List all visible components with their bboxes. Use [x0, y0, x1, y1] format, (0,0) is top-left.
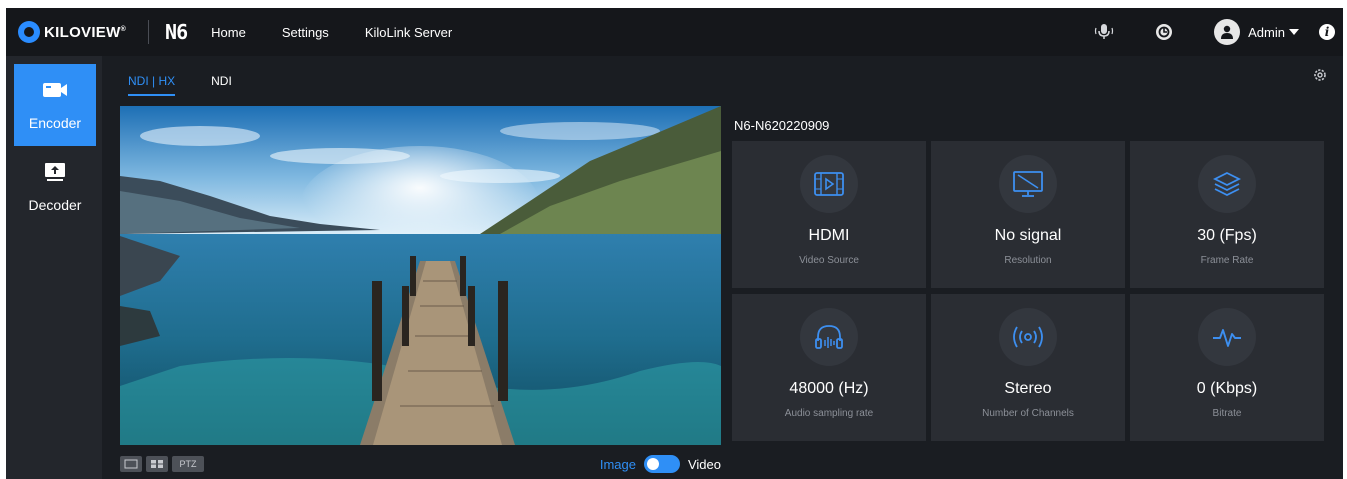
- logo-circle-icon: [18, 21, 40, 43]
- nav-kilolink-server[interactable]: KiloLink Server: [365, 25, 452, 40]
- stats-grid: HDMI Video Source No signal Resolution 3…: [732, 141, 1324, 441]
- main-content: NDI | HX NDI PTZ Image Video N6-N6202209…: [102, 56, 1343, 479]
- preview-scenery-image: [120, 106, 721, 445]
- stat-card-resolution: No signal Resolution: [931, 141, 1125, 288]
- channels-broadcast-icon: [999, 308, 1057, 366]
- headphones-icon: [800, 308, 858, 366]
- video-preview[interactable]: [120, 106, 721, 445]
- support-chat-icon[interactable]: [1154, 22, 1174, 42]
- stat-label: Number of Channels: [982, 408, 1074, 419]
- stat-value: HDMI: [808, 227, 850, 244]
- nav-settings[interactable]: Settings: [282, 25, 329, 40]
- model-logo: N6: [165, 20, 188, 44]
- stat-value: 0 (Kbps): [1196, 380, 1258, 397]
- stat-label: Resolution: [1004, 255, 1052, 266]
- sidebar-item-decoder[interactable]: Decoder: [14, 146, 96, 228]
- nav-home[interactable]: Home: [211, 25, 246, 40]
- ptz-button[interactable]: PTZ: [172, 456, 204, 472]
- sidebar-item-label: Encoder: [28, 114, 82, 131]
- brand-name: KILOVIEW®: [44, 23, 127, 41]
- toggle-label-video: Video: [687, 456, 721, 472]
- stat-value: No signal: [994, 227, 1062, 244]
- stat-label: Audio sampling rate: [784, 408, 874, 419]
- gear-icon[interactable]: [1313, 68, 1327, 87]
- tab-ndi[interactable]: NDI: [211, 56, 232, 102]
- user-avatar-icon[interactable]: [1214, 19, 1241, 45]
- stat-card-audio-sampling-rate: 48000 (Hz) Audio sampling rate: [732, 294, 926, 441]
- stat-card-frame-rate: 30 (Fps) Frame Rate: [1130, 141, 1324, 288]
- top-right-tools: Admin i: [1094, 8, 1343, 56]
- encoder-camera-icon: [42, 80, 68, 103]
- stat-card-bitrate: 0 (Kbps) Bitrate: [1130, 294, 1324, 441]
- user-name[interactable]: Admin: [1248, 25, 1285, 40]
- stat-label: Bitrate: [1212, 408, 1242, 419]
- device-name: N6-N620220909: [734, 118, 830, 133]
- app-frame: KILOVIEW® N6 Home Settings KiloLink Serv…: [6, 8, 1343, 479]
- logo-separator: [148, 20, 150, 44]
- sidebar-item-encoder[interactable]: Encoder: [14, 64, 96, 146]
- image-video-toggle[interactable]: [643, 455, 680, 473]
- top-bar: KILOVIEW® N6 Home Settings KiloLink Serv…: [6, 8, 1343, 56]
- stat-label: Frame Rate: [1200, 255, 1254, 266]
- stat-value: 30 (Fps): [1197, 227, 1257, 244]
- resolution-icon: [999, 155, 1057, 213]
- grid-view-icon[interactable]: [146, 456, 168, 472]
- single-view-icon[interactable]: [120, 456, 142, 472]
- info-icon[interactable]: i: [1319, 24, 1335, 40]
- sidebar: Encoder Decoder: [6, 56, 102, 479]
- preview-toolbar: PTZ Image Video: [120, 450, 721, 478]
- stat-label: Video Source: [799, 255, 859, 266]
- intercom-mic-icon[interactable]: [1094, 22, 1114, 42]
- stat-value: 48000 (Hz): [789, 380, 869, 397]
- tab-ndi-hx[interactable]: NDI | HX: [128, 56, 176, 102]
- user-menu-chevron-down-icon[interactable]: [1289, 29, 1299, 35]
- sidebar-item-label: Decoder: [28, 196, 82, 213]
- image-video-toggle-group: Image Video: [600, 455, 721, 473]
- stat-value: Stereo: [1004, 380, 1052, 397]
- stat-card-number-of-channels: Stereo Number of Channels: [931, 294, 1125, 441]
- toggle-label-image: Image: [599, 456, 636, 472]
- video-source-icon: [800, 155, 858, 213]
- decoder-monitor-icon: [44, 162, 66, 185]
- frame-rate-icon: [1198, 155, 1256, 213]
- main-nav: Home Settings KiloLink Server: [211, 8, 488, 56]
- stream-tabs: NDI | HX NDI: [128, 56, 268, 102]
- stat-card-video-source: HDMI Video Source: [732, 141, 926, 288]
- brand-logo[interactable]: KILOVIEW®: [18, 8, 126, 56]
- bitrate-pulse-icon: [1198, 308, 1256, 366]
